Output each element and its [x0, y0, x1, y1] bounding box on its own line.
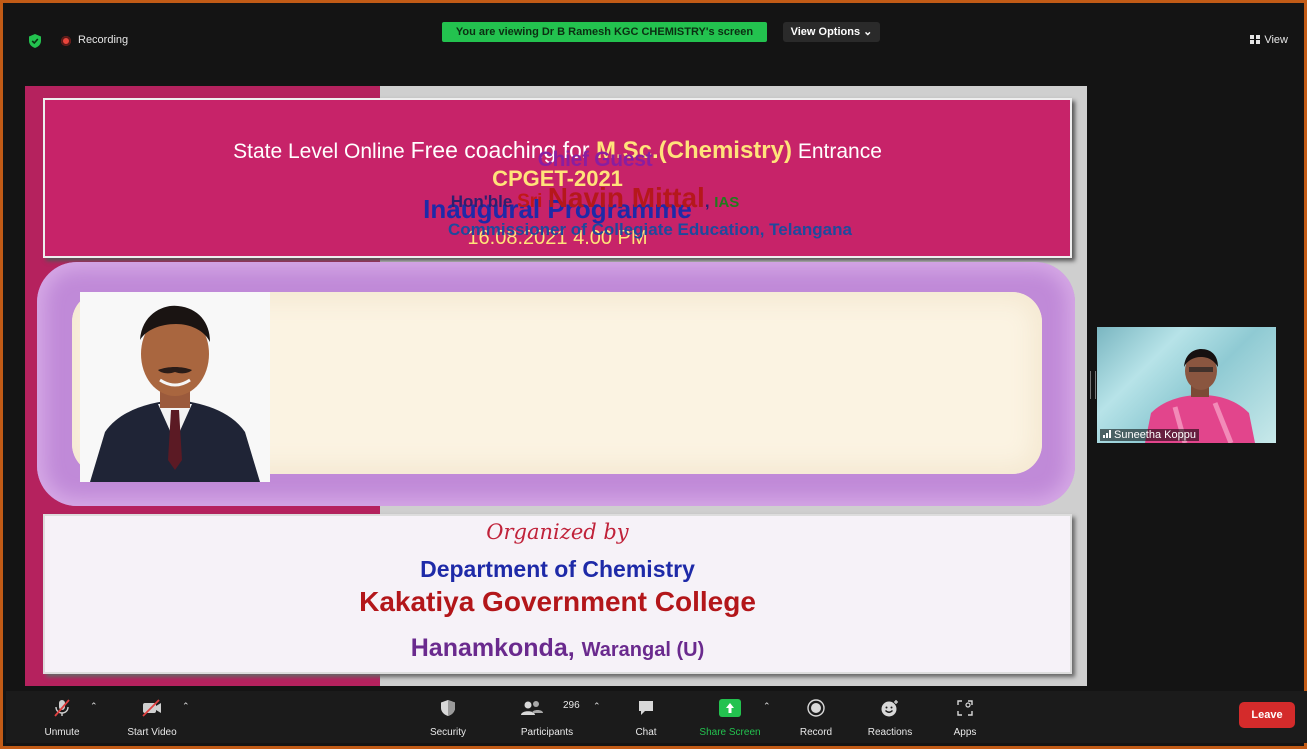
participants-label: Participants — [520, 727, 574, 738]
security-label: Security — [429, 727, 467, 738]
camera-off-icon — [142, 699, 161, 717]
participant-count: 296 — [563, 700, 580, 711]
meeting-toolbar: Unmute ⌃ Start Video ⌃ Security 296 Part… — [6, 691, 1307, 743]
name-comma: , — [704, 192, 715, 211]
view-button[interactable]: View — [1250, 34, 1288, 46]
organized-by-label: Organized by — [486, 520, 629, 544]
organizer-box: Organized by Department of Chemistry Kak… — [43, 514, 1072, 674]
reactions-button[interactable]: Reactions — [860, 691, 920, 743]
department-name: Department of Chemistry — [420, 556, 695, 582]
chat-bubble-icon — [639, 701, 653, 715]
participant-name: Suneetha Koppu — [1114, 429, 1196, 441]
recording-label[interactable]: Recording — [78, 34, 128, 46]
view-options-label: View Options — [790, 26, 861, 38]
college-name: Kakatiya Government College — [359, 586, 756, 617]
apps-icon — [957, 700, 973, 716]
leave-button[interactable]: Leave — [1239, 702, 1295, 728]
recording-icon — [61, 36, 71, 46]
start-video-label: Start Video — [127, 727, 177, 738]
chat-button[interactable]: Chat — [624, 691, 668, 743]
security-shield-icon — [441, 700, 455, 716]
microphone-muted-icon — [54, 699, 70, 717]
participants-button[interactable]: 296 Participants — [509, 691, 585, 743]
signal-strength-icon — [1103, 430, 1111, 438]
view-label: View — [1264, 34, 1288, 46]
start-video-button[interactable]: Start Video — [116, 691, 188, 743]
place-warangal: Warangal (U) — [581, 639, 705, 661]
chevron-down-icon: ⌄ — [863, 26, 873, 38]
chief-guest-designation: Commissioner of Collegiate Education, Te… — [448, 220, 852, 239]
top-bar: Recording You are viewing Dr B Ramesh KG… — [3, 3, 1304, 48]
place-hanamkonda: Hanamkonda, — [410, 634, 582, 662]
reactions-smiley-icon — [881, 700, 898, 717]
participants-options-caret[interactable]: ⌃ — [593, 701, 601, 712]
encryption-shield-icon[interactable] — [29, 34, 41, 48]
sri-prefix: Sri — [517, 191, 548, 212]
participants-icon — [520, 701, 543, 715]
viewing-screen-banner: You are viewing Dr B Ramesh KGC CHEMISTR… — [442, 22, 767, 42]
share-screen-label: Share Screen — [699, 727, 761, 738]
view-options-button[interactable]: View Options ⌄ — [783, 22, 880, 42]
record-label: Record — [799, 727, 833, 738]
shared-screen-slide: State Level Online Free coaching for M.S… — [25, 86, 1087, 686]
record-button[interactable]: Record — [790, 691, 842, 743]
audio-options-caret[interactable]: ⌃ — [90, 701, 98, 712]
apps-button[interactable]: Apps — [944, 691, 986, 743]
unmute-button[interactable]: Unmute — [36, 691, 88, 743]
record-icon — [807, 699, 825, 717]
chief-guest-label: Chief Guest — [537, 148, 653, 171]
unmute-label: Unmute — [44, 727, 80, 738]
chief-guest-portrait — [80, 292, 270, 482]
video-options-caret[interactable]: ⌃ — [182, 701, 190, 712]
guest-name: Navin Mittal — [547, 182, 705, 213]
participant-video-tile[interactable]: Suneetha Koppu — [1097, 327, 1276, 443]
participant-name-tag: Suneetha Koppu — [1100, 429, 1199, 441]
grid-view-icon — [1250, 35, 1261, 44]
apps-label: Apps — [953, 727, 977, 738]
share-screen-button[interactable]: Share Screen — [692, 691, 768, 743]
share-screen-icon — [719, 699, 741, 717]
security-button[interactable]: Security — [420, 691, 476, 743]
panel-resize-handle[interactable] — [1090, 371, 1096, 399]
reactions-label: Reactions — [867, 727, 913, 738]
meeting-window: Recording You are viewing Dr B Ramesh KG… — [0, 0, 1307, 749]
chief-guest-name-line: Hon'ble Sri Navin Mittal, IAS — [355, 182, 835, 214]
college-location: Hanamkonda, Warangal (U) — [45, 634, 1070, 663]
share-options-caret[interactable]: ⌃ — [763, 701, 771, 712]
ias-suffix: IAS — [714, 194, 740, 211]
hon-prefix: Hon'ble — [450, 192, 518, 211]
chat-label: Chat — [635, 727, 657, 738]
